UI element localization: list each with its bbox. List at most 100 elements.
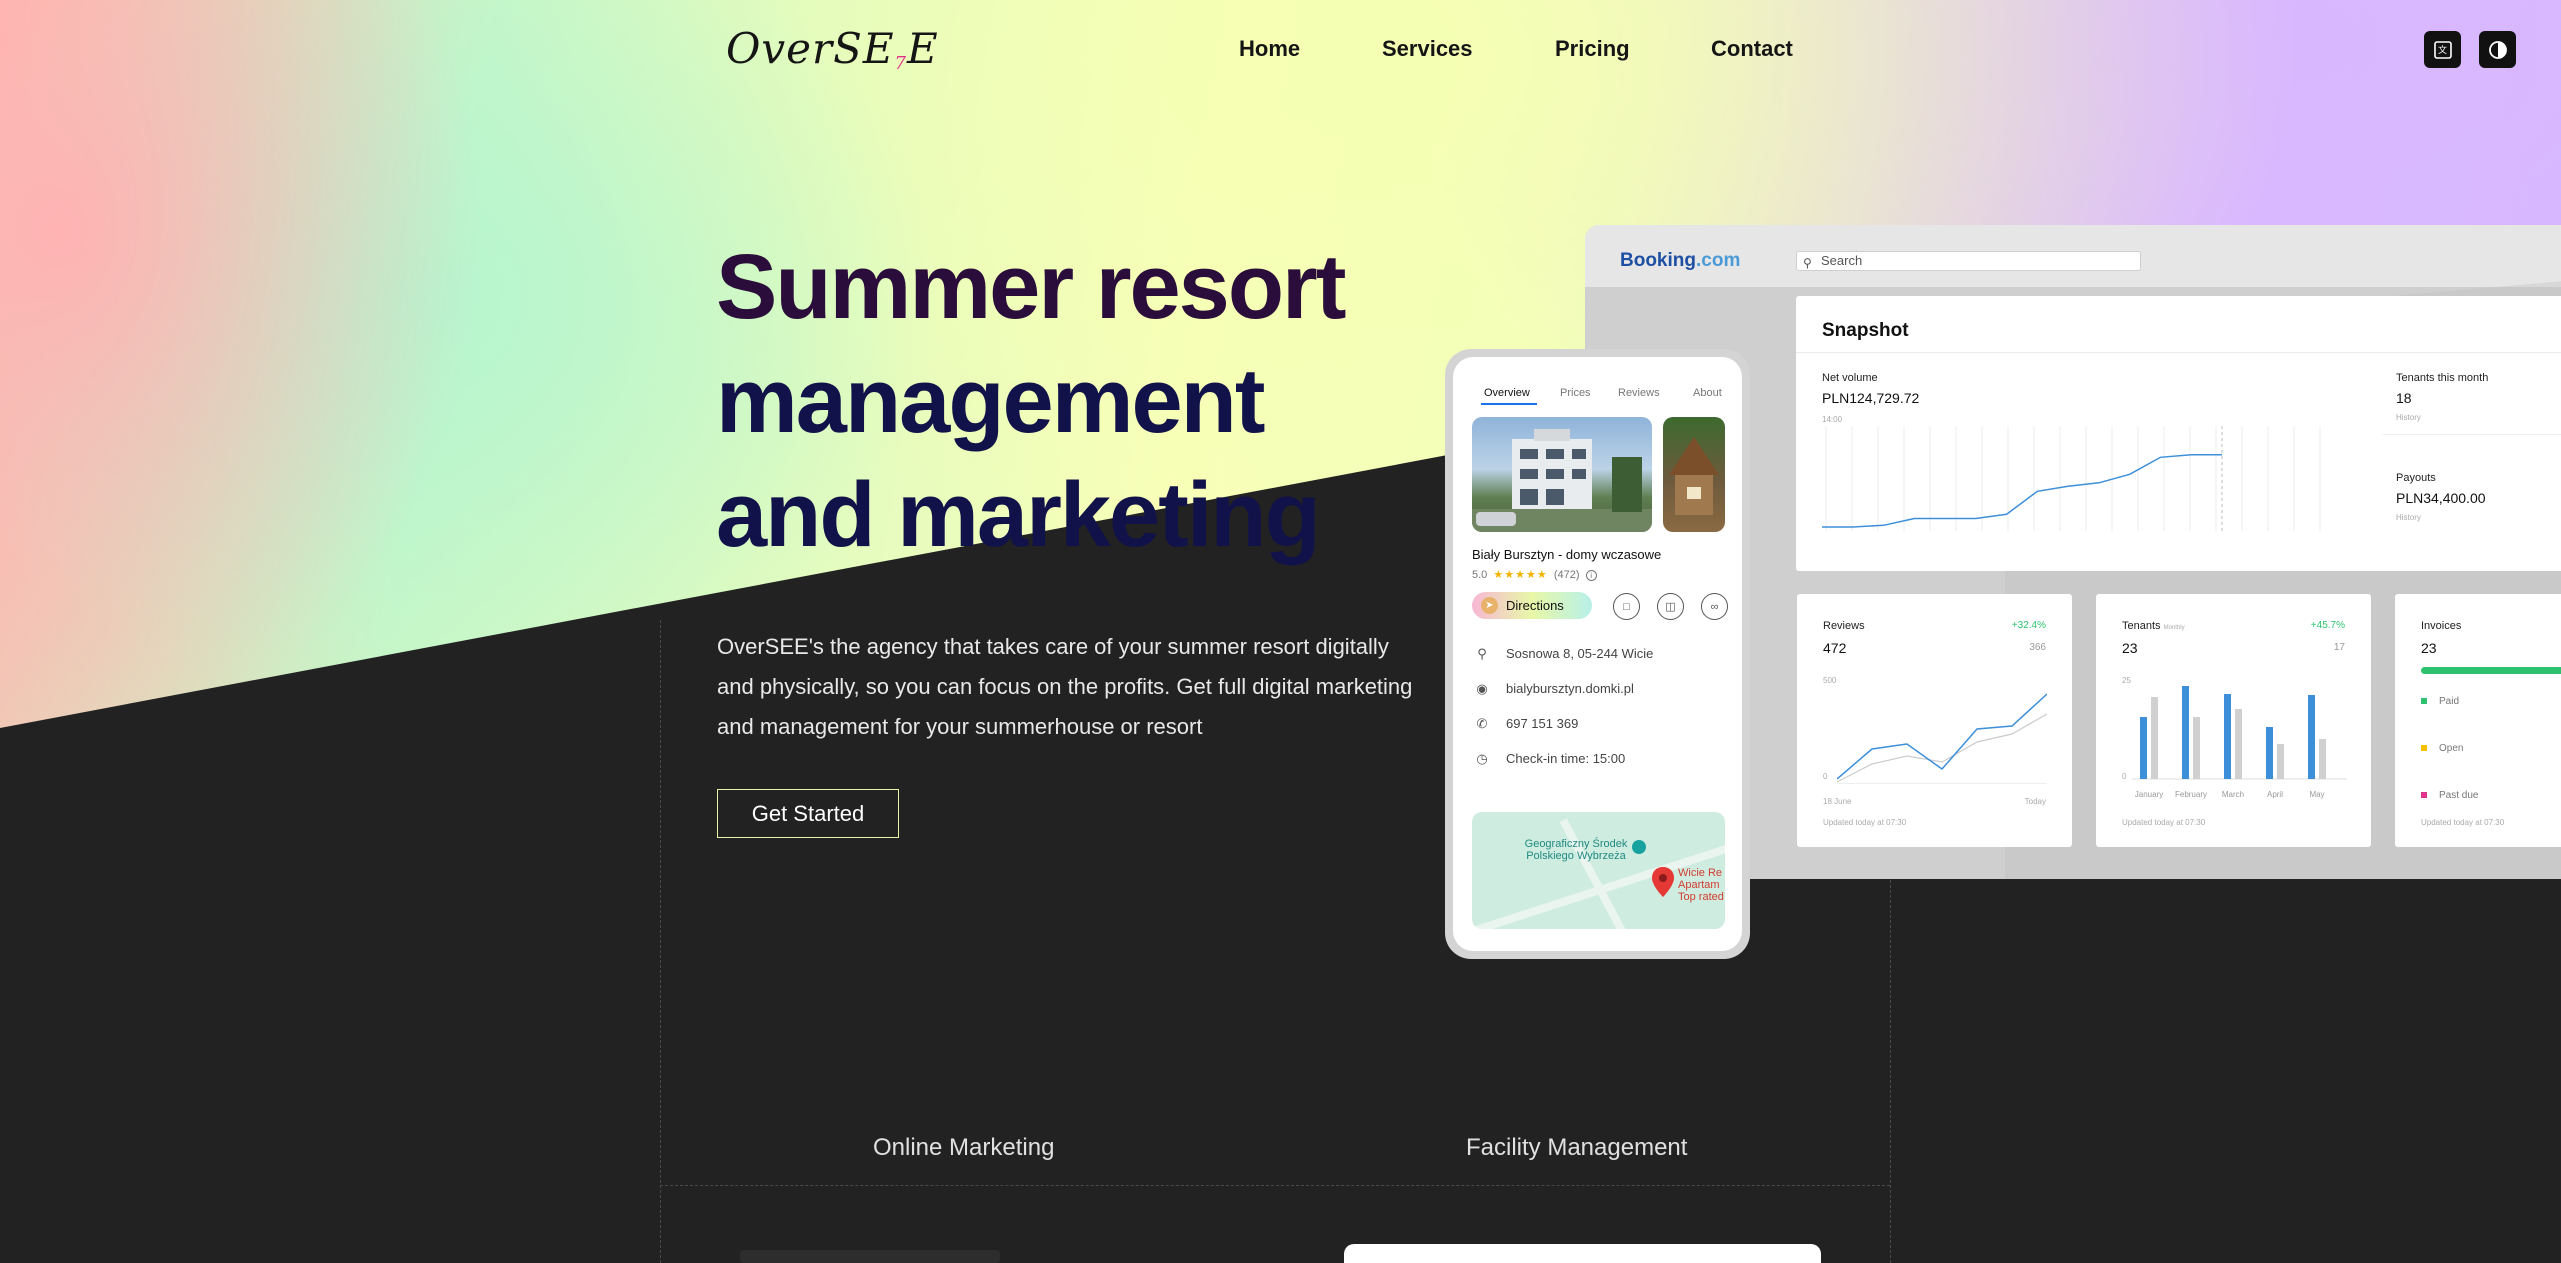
tenants-bar-current: [2224, 694, 2231, 779]
phone-screen: Overview Prices Reviews About Biały Burs…: [1453, 357, 1742, 951]
dashboard-search-input[interactable]: ⚲ Search: [1796, 251, 2141, 271]
payouts-label: Payouts: [2396, 472, 2436, 484]
tenants-bar-previous: [2151, 697, 2158, 779]
payouts-history-link[interactable]: History: [2396, 513, 2421, 522]
payouts-value: PLN34,400.00: [2396, 490, 2486, 506]
website-row[interactable]: ◉ bialybursztyn.domki.pl: [1472, 681, 1634, 697]
snapshot-title: Snapshot: [1822, 320, 1909, 341]
cabin-image: [1669, 437, 1719, 515]
reviews-line-chart: [1837, 693, 2047, 784]
tenants-bar-previous: [2277, 744, 2284, 779]
contrast-icon: [2488, 40, 2507, 59]
tenants-month-label: May: [2309, 790, 2324, 799]
phone-call-icon: ✆: [1476, 716, 1488, 731]
reviews-title: Reviews: [1823, 620, 1865, 632]
reviews-x-start: 18 June: [1823, 797, 1852, 806]
nav-pricing[interactable]: Pricing: [1555, 36, 1630, 62]
hero-title-line-3: and marketing: [716, 464, 1321, 566]
map-pin-icon: [1652, 867, 1674, 897]
map-road: [1559, 818, 1633, 929]
resort-photo-main[interactable]: [1472, 417, 1652, 532]
reviews-updated: Updated today at 07:30: [1823, 818, 1907, 827]
checkin-row: ◷ Check-in time: 15:00: [1472, 751, 1625, 767]
nav-services[interactable]: Services: [1382, 36, 1473, 62]
hero-title: Summer resort management and marketing: [716, 230, 1346, 572]
tenants-month-label: March: [2222, 790, 2244, 799]
section-facility-management[interactable]: Facility Management: [1466, 1134, 1687, 1162]
clock-icon: ◷: [1476, 751, 1488, 766]
phone-tab-overview[interactable]: Overview: [1484, 387, 1530, 399]
location-pin-icon: ⚲: [1477, 646, 1487, 661]
net-volume-time: 14:00: [1822, 415, 1843, 424]
nav-home[interactable]: Home: [1239, 36, 1300, 62]
tenants-updated: Updated today at 07:30: [2122, 818, 2206, 827]
reviews-delta: +32.4%: [2011, 620, 2046, 631]
phone-row[interactable]: ✆ 697 151 369: [1472, 716, 1579, 732]
get-started-button[interactable]: Get Started: [717, 789, 899, 838]
tenants-previous: 17: [2333, 642, 2345, 653]
invoices-value: 23: [2421, 640, 2437, 656]
invoices-card: Invoices 23 Paid Open Past due Updated t…: [2395, 594, 2561, 847]
tenants-month-label: January: [2135, 790, 2163, 799]
theme-toggle-button[interactable]: [2479, 31, 2516, 68]
reviews-previous: 366: [2029, 642, 2046, 653]
directions-icon: ➤: [1481, 597, 1498, 614]
tenants-card: Tenants Monthly 23 +45.7% 17 25 0 Januar…: [2096, 594, 2371, 847]
phone-tab-indicator: [1481, 403, 1537, 405]
tenants-history-link[interactable]: History: [2396, 413, 2421, 422]
reviews-y-bottom: 0: [1823, 772, 1828, 781]
tenants-bar-previous: [2319, 739, 2326, 779]
logo[interactable]: OverSE7E: [726, 24, 939, 74]
phone-tab-reviews[interactable]: Reviews: [1618, 387, 1660, 399]
reviews-series-previous: [1837, 713, 2047, 783]
nav-contact[interactable]: Contact: [1711, 36, 1793, 62]
facility-card-preview: [1344, 1244, 1821, 1263]
place-rating: 5.0 ★★★★★ (472) i: [1472, 568, 1597, 581]
tenants-value: 23: [2122, 640, 2138, 656]
invoices-legend-paid: Paid: [2421, 696, 2459, 707]
phone-tab-about[interactable]: About: [1693, 387, 1722, 399]
send-to-phone-button[interactable]: ◫: [1657, 593, 1684, 620]
location-map[interactable]: Geograficzny Środek Polskiego Wybrzeża W…: [1472, 812, 1725, 929]
reviews-x-end: Today: [2024, 797, 2046, 806]
bookmark-icon: □: [1623, 600, 1630, 613]
place-name: Biały Bursztyn - domy wczasowe: [1472, 547, 1662, 562]
snapshot-panel: Snapshot Net volume PLN124,729.72 14:00 …: [1796, 296, 2561, 571]
invoices-updated: Updated today at 07:30: [2421, 818, 2505, 827]
language-button[interactable]: 文: [2424, 31, 2461, 68]
map-hotel-label: Wicie Re Apartam Top rated: [1678, 867, 1724, 903]
reviews-card: Reviews 472 +32.4% 366 500 0 18 June Tod…: [1797, 594, 2072, 847]
dashboard-search-placeholder: Search: [1821, 253, 1863, 268]
resort-photo-secondary[interactable]: [1663, 417, 1725, 532]
net-volume-line-chart: [1822, 426, 2321, 531]
hero-title-line-1: Summer resort: [716, 236, 1346, 338]
tenants-y-top: 25: [2122, 676, 2131, 685]
directions-button[interactable]: ➤ Directions: [1472, 592, 1592, 619]
address-row[interactable]: ⚲ Sosnowa 8, 05-244 Wicie: [1472, 646, 1653, 662]
tenants-bar-chart: January February March April May: [2132, 686, 2347, 799]
hero-title-line-2: management: [716, 350, 1266, 452]
tenants-month-label: Tenants this month: [2396, 372, 2489, 384]
tenants-bar-previous: [2193, 717, 2200, 779]
hero-description: OverSEE's the agency that takes care of …: [717, 634, 1413, 739]
net-volume-label: Net volume: [1822, 372, 1878, 384]
tenants-bar-previous: [2235, 709, 2242, 779]
tenants-bar-current: [2308, 695, 2315, 779]
phone-tab-prices[interactable]: Prices: [1560, 387, 1591, 399]
save-button[interactable]: □: [1613, 593, 1640, 620]
share-button[interactable]: ∞: [1701, 593, 1728, 620]
invoices-legend-open: Open: [2421, 743, 2463, 754]
translate-icon: 文: [2433, 40, 2452, 59]
invoices-progress-paid: [2421, 667, 2561, 674]
phone-icon: ◫: [1665, 601, 1676, 613]
invoices-title: Invoices: [2421, 620, 2462, 632]
booking-logo: Booking.com: [1620, 250, 1741, 271]
snapshot-divider: [1796, 352, 2561, 353]
tenants-bar-current: [2266, 727, 2273, 779]
reviews-value: 472: [1823, 640, 1847, 656]
section-online-marketing[interactable]: Online Marketing: [873, 1134, 1054, 1162]
rating-stars: ★★★★★: [1493, 569, 1548, 581]
tenants-y-bottom: 0: [2122, 772, 2127, 781]
globe-icon: ◉: [1476, 681, 1488, 696]
snapshot-side-divider: [2383, 434, 2561, 435]
